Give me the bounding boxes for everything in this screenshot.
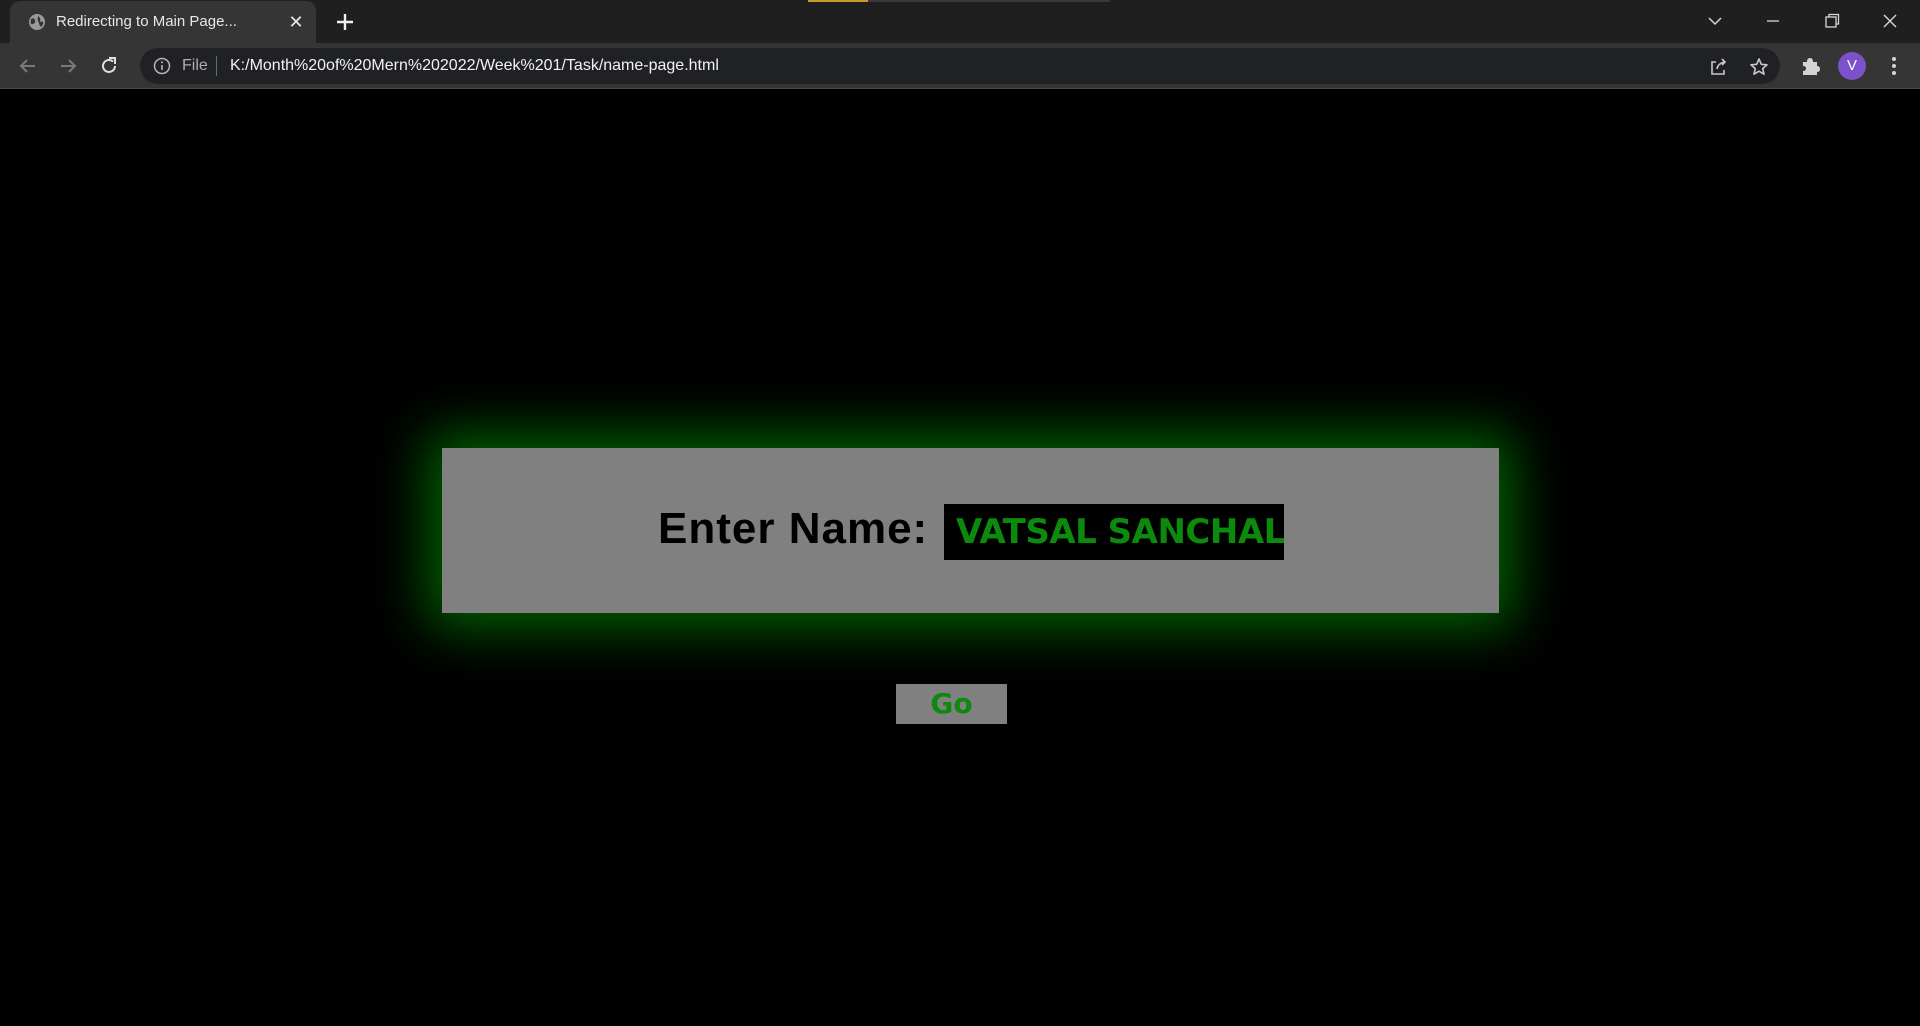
share-icon[interactable] <box>1708 56 1730 78</box>
browser-toolbar: File K:/Month%20of%20Mern%202022/Week%20… <box>0 43 1920 89</box>
name-form-card: Enter Name: <box>442 448 1499 613</box>
forward-button[interactable] <box>55 53 81 79</box>
globe-icon <box>28 13 46 31</box>
extensions-puzzle-icon[interactable] <box>1798 54 1822 78</box>
plus-icon <box>337 14 353 30</box>
restore-icon <box>1825 13 1840 28</box>
url-text[interactable]: K:/Month%20of%20Mern%202022/Week%201/Tas… <box>230 57 719 75</box>
page-viewport: Enter Name: Go <box>0 90 1920 1026</box>
tab-title: Redirecting to Main Page... <box>56 13 237 30</box>
omnibox-divider <box>216 56 217 76</box>
go-button[interactable]: Go <box>896 684 1007 724</box>
browser-titlebar: Redirecting to Main Page... ✕ <box>0 0 1920 43</box>
reload-button[interactable] <box>96 53 122 79</box>
name-input[interactable] <box>944 504 1284 560</box>
name-label: Enter Name: <box>658 504 929 553</box>
close-window-button[interactable] <box>1870 6 1910 36</box>
arrow-left-icon <box>19 59 35 73</box>
new-tab-button[interactable] <box>330 7 360 37</box>
reload-icon <box>102 57 116 73</box>
tab-close-icon[interactable]: ✕ <box>286 12 306 32</box>
arrow-right-icon <box>61 59 77 73</box>
bookmark-star-icon[interactable] <box>1748 56 1770 78</box>
address-bar[interactable]: File K:/Month%20of%20Mern%202022/Week%20… <box>140 48 1780 84</box>
tab-search-button[interactable] <box>1695 6 1735 36</box>
scheme-label: File <box>182 57 208 74</box>
loading-progress-bar <box>808 0 1110 2</box>
info-icon[interactable] <box>152 56 172 76</box>
back-button[interactable] <box>15 53 41 79</box>
profile-avatar[interactable]: V <box>1838 52 1866 80</box>
kebab-menu-icon[interactable] <box>1882 54 1906 78</box>
minimize-icon <box>1767 20 1779 22</box>
chevron-down-icon <box>1708 17 1722 26</box>
restore-button[interactable] <box>1812 6 1852 36</box>
minimize-button[interactable] <box>1753 6 1793 36</box>
browser-tab[interactable]: Redirecting to Main Page... ✕ <box>10 1 316 43</box>
close-icon <box>1883 14 1897 28</box>
